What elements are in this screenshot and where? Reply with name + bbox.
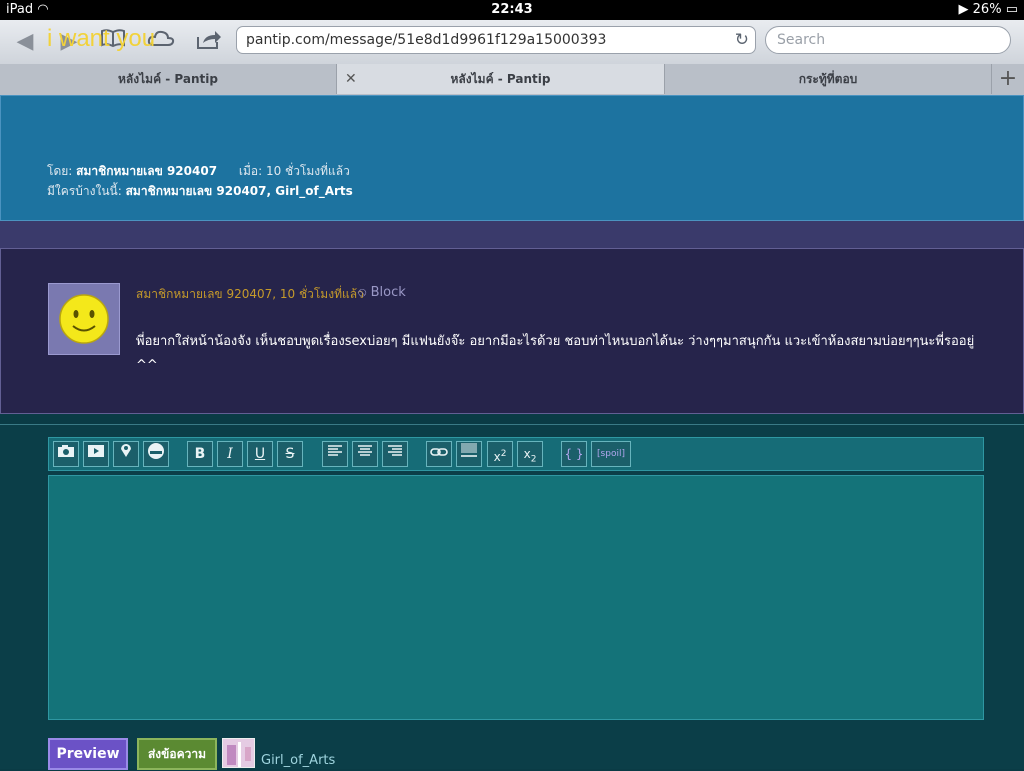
subscript-icon[interactable]: x2 [517, 441, 543, 467]
username[interactable]: Girl_of_Arts [261, 753, 335, 768]
close-tab-icon[interactable]: ✕ [345, 64, 357, 94]
avatar[interactable] [48, 283, 120, 355]
post-author-time[interactable]: สมาชิกหมายเลข 920407, 10 ชั่วโมงที่แล้ว [136, 285, 364, 304]
share-icon[interactable] [194, 28, 224, 56]
new-tab-icon[interactable]: + [992, 64, 1024, 94]
block-button[interactable]: ⦸ Block [358, 285, 406, 300]
url-text: pantip.com/message/51e8d1d9961f129a15000… [246, 32, 607, 48]
insert-video-icon[interactable] [83, 441, 109, 467]
tab-3[interactable]: กระทู้ที่ตอบ [665, 64, 992, 94]
clock: 22:43 [491, 2, 533, 17]
url-field[interactable]: pantip.com/message/51e8d1d9961f129a15000… [236, 26, 756, 54]
italic-icon[interactable]: I [217, 441, 243, 467]
post-body: พี่อยากใส่หน้าน้องจัง เห็นชอบพูดเรื่องse… [136, 334, 975, 373]
bold-icon[interactable]: B [187, 441, 213, 467]
search-input[interactable]: Search [765, 26, 1011, 54]
divider-band [0, 221, 1024, 248]
preview-button[interactable]: Preview [48, 738, 128, 770]
insert-image-icon[interactable] [53, 441, 79, 467]
underline-icon[interactable]: U [247, 441, 273, 467]
status-bar: iPad ◠ 22:43 ▶ 26% ▭ [0, 0, 1024, 20]
smiley-icon [59, 294, 109, 344]
superscript-icon[interactable]: x2 [487, 441, 513, 467]
user-avatar [222, 738, 255, 768]
participants-line: มีใครบ้างในนี้: สมาชิกหมายเลข 920407, Gi… [47, 184, 353, 198]
message-header [0, 95, 1024, 221]
reload-icon[interactable]: ↻ [735, 30, 749, 50]
tab-1[interactable]: หลังไมค์ - Pantip [0, 64, 337, 94]
reply-textarea[interactable] [48, 475, 984, 720]
align-left-icon[interactable] [322, 441, 348, 467]
insert-emoticon-icon[interactable] [143, 441, 169, 467]
block-icon: ⦸ [358, 285, 367, 300]
tab-bar: หลังไมค์ - Pantip ✕ หลังไมค์ - Pantip กร… [0, 64, 1024, 96]
play-icon: ▶ [958, 2, 969, 17]
author-line: โดย: สมาชิกหมายเลข 920407 เมื่อ: 10 ชั่ว… [47, 164, 350, 178]
tab-2[interactable]: ✕ หลังไมค์ - Pantip [337, 64, 665, 94]
code-icon[interactable]: { } [561, 441, 587, 467]
link-icon[interactable] [426, 441, 452, 467]
participants: สมาชิกหมายเลข 920407, Girl_of_Arts [125, 184, 353, 198]
spoiler-icon[interactable]: [spoil] [591, 441, 631, 467]
search-placeholder: Search [777, 32, 826, 48]
strikethrough-icon[interactable]: S [277, 441, 303, 467]
battery-icon: ▭ [1005, 2, 1018, 17]
send-message-button[interactable]: ส่งข้อความ [137, 738, 217, 770]
insert-map-icon[interactable] [113, 441, 139, 467]
align-right-icon[interactable] [382, 441, 408, 467]
back-arrow-icon[interactable]: ◀ [10, 28, 40, 56]
post-time: 10 ชั่วโมงที่แล้ว [265, 164, 350, 178]
author-name[interactable]: สมาชิกหมายเลข 920407 [76, 164, 217, 178]
battery: ▶ 26% ▭ [958, 2, 1018, 17]
horizontal-rule-icon[interactable] [456, 441, 482, 467]
page-title: i want you [47, 25, 156, 52]
align-center-icon[interactable] [352, 441, 378, 467]
